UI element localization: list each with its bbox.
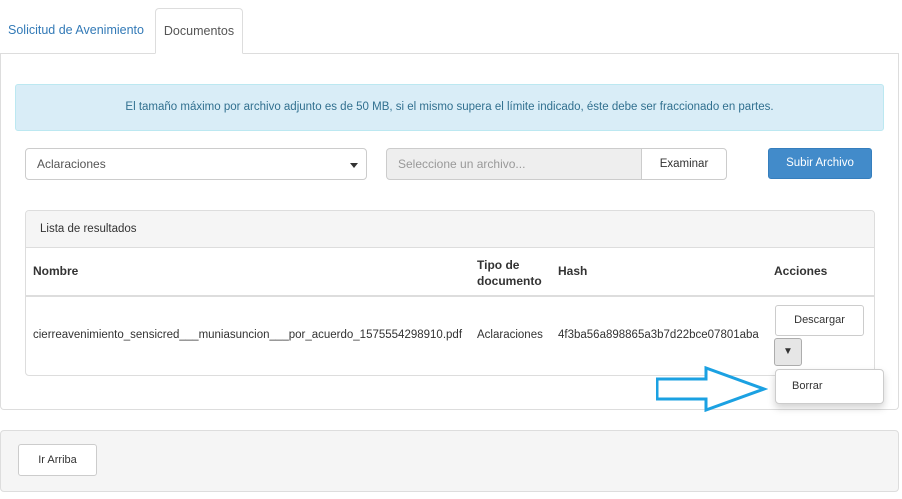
table-cell-type: Aclaraciones xyxy=(477,329,543,341)
file-size-alert: El tamaño máximo por archivo adjunto es … xyxy=(15,84,884,131)
footer-panel xyxy=(0,430,899,492)
file-path-input[interactable]: Seleccione un archivo... xyxy=(386,148,642,180)
back-to-top-button[interactable]: Ir Arriba xyxy=(18,444,97,476)
download-button[interactable]: Descargar xyxy=(775,305,864,336)
actions-dropdown-menu: Borrar xyxy=(775,369,884,404)
caret-down-icon xyxy=(350,163,358,168)
results-heading: Lista de resultados xyxy=(26,211,874,248)
table-cell-hash: 4f3ba56a898865a3b7d22bce07801aba xyxy=(558,329,759,341)
upload-file-button[interactable]: Subir Archivo xyxy=(768,148,872,179)
table-cell-name: cierreavenimiento_sensicred___muniasunci… xyxy=(33,329,463,341)
tab-solicitud-avenimiento[interactable]: Solicitud de Avenimiento xyxy=(0,8,154,54)
table-header-divider xyxy=(26,295,874,297)
actions-dropdown-toggle[interactable]: ▼ xyxy=(774,338,802,366)
browse-button[interactable]: Examinar xyxy=(641,148,727,180)
menu-item-borrar[interactable]: Borrar xyxy=(792,380,823,392)
results-panel: Lista de resultados xyxy=(25,210,875,376)
column-header-tipo: Tipo de documento xyxy=(477,258,542,288)
document-type-select[interactable]: Aclaraciones xyxy=(25,148,367,180)
column-header-acciones: Acciones xyxy=(774,264,828,278)
document-type-value: Aclaraciones xyxy=(37,157,106,171)
column-header-hash: Hash xyxy=(558,264,588,278)
tab-bar: Solicitud de Avenimiento Documentos xyxy=(0,0,902,54)
arrow-right-icon xyxy=(656,366,768,412)
tab-documentos[interactable]: Documentos xyxy=(155,8,243,54)
column-header-nombre: Nombre xyxy=(33,264,79,278)
